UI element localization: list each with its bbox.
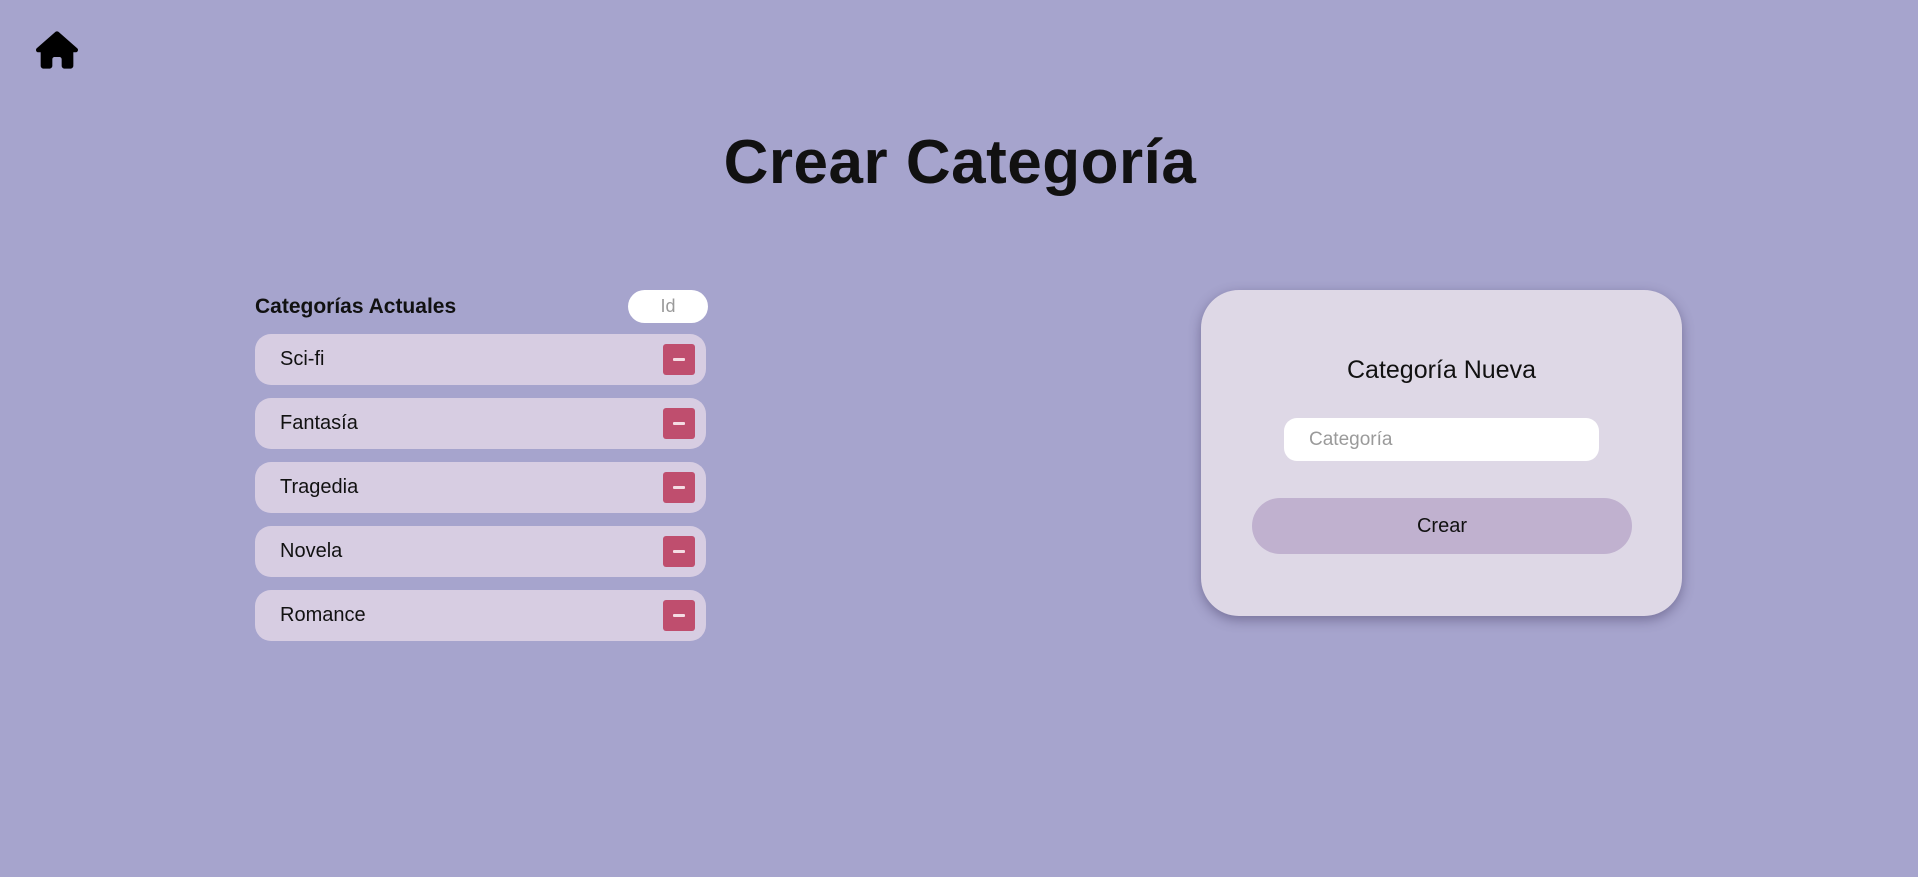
create-button[interactable]: Crear	[1252, 498, 1632, 554]
home-icon	[36, 31, 78, 69]
list-item: Romance	[255, 590, 706, 641]
category-list: Sci-fi Fantasía Tragedia Novela Romance	[255, 334, 708, 641]
home-button[interactable]	[36, 30, 78, 70]
new-category-title: Categoría Nueva	[1346, 356, 1536, 384]
page-title: Crear Categoría	[723, 128, 1197, 197]
new-category-card: Categoría Nueva Crear	[1201, 290, 1682, 616]
list-item: Novela	[255, 526, 706, 577]
remove-category-button[interactable]	[663, 472, 695, 503]
category-label: Novela	[280, 540, 343, 562]
minus-icon	[673, 486, 685, 489]
minus-icon	[673, 422, 685, 425]
list-item: Fantasía	[255, 398, 706, 449]
current-categories-header: Categorías Actuales	[255, 290, 708, 323]
minus-icon	[673, 358, 685, 361]
list-item: Tragedia	[255, 462, 706, 513]
category-name-input[interactable]	[1284, 418, 1599, 461]
remove-category-button[interactable]	[663, 344, 695, 375]
category-label: Sci-fi	[280, 348, 325, 370]
minus-icon	[673, 550, 685, 553]
list-item: Sci-fi	[255, 334, 706, 385]
id-search-input[interactable]	[628, 290, 708, 323]
remove-category-button[interactable]	[663, 408, 695, 439]
current-categories-panel: Categorías Actuales Sci-fi Fantasía Trag…	[255, 290, 708, 654]
minus-icon	[673, 614, 685, 617]
current-categories-title: Categorías Actuales	[255, 295, 457, 318]
category-label: Tragedia	[280, 476, 359, 498]
remove-category-button[interactable]	[663, 536, 695, 567]
remove-category-button[interactable]	[663, 600, 695, 631]
category-label: Romance	[280, 604, 366, 626]
category-label: Fantasía	[280, 412, 358, 434]
